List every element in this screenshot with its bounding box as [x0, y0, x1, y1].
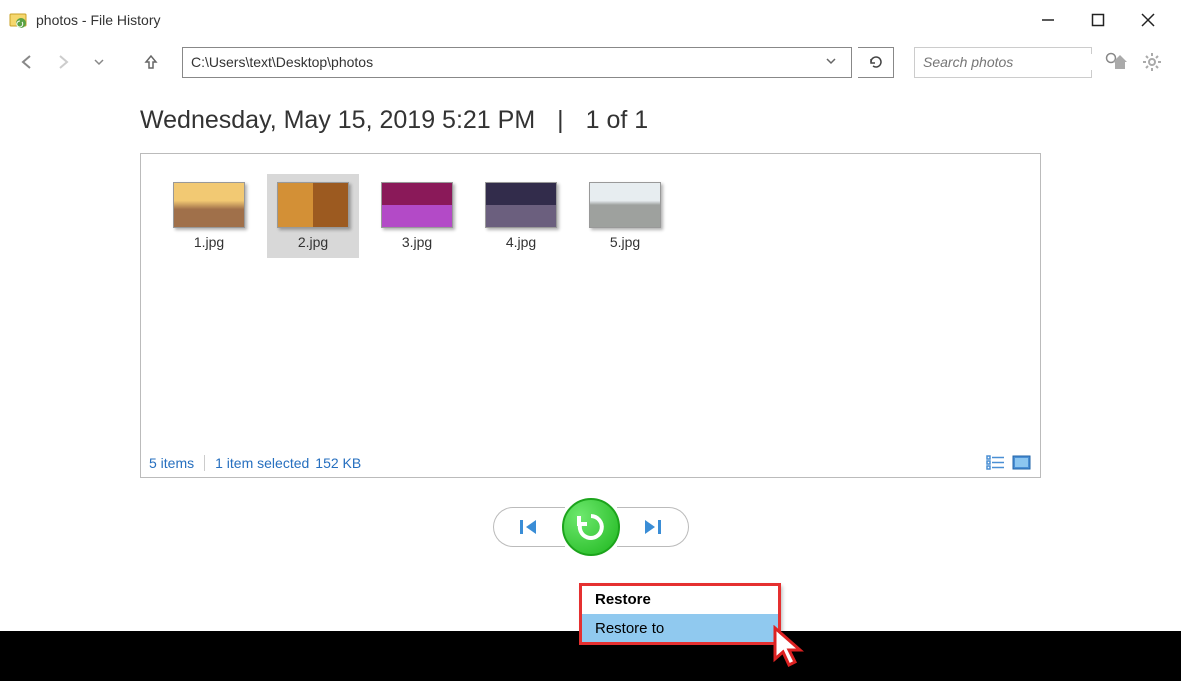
thumbnail-image [277, 182, 349, 228]
file-item-2[interactable]: 2.jpg [267, 174, 359, 258]
file-item-5[interactable]: 5.jpg [579, 174, 671, 258]
status-size: 152 KB [315, 455, 361, 471]
thumbnail-image [589, 182, 661, 228]
header-separator: | [557, 106, 564, 135]
status-selection: 1 item selected [215, 455, 309, 471]
file-name: 2.jpg [298, 234, 328, 250]
details-view-icon[interactable] [986, 455, 1006, 471]
file-name: 3.jpg [402, 234, 432, 250]
status-bar: 5 items 1 item selected 152 KB [149, 455, 1032, 471]
back-button[interactable] [12, 47, 42, 77]
context-menu: Restore Restore to [580, 584, 780, 644]
status-item-count: 5 items [149, 455, 194, 471]
home-icon[interactable] [1108, 50, 1132, 74]
address-bar[interactable]: C:\Users\text\Desktop\photos [182, 47, 852, 78]
thumbnail-list: 1.jpg 2.jpg 3.jpg 4.jpg 5.jpg [151, 164, 1030, 268]
thumbnail-image [381, 182, 453, 228]
file-item-4[interactable]: 4.jpg [475, 174, 567, 258]
status-separator [204, 455, 205, 471]
window-icon [8, 10, 28, 30]
file-area: 1.jpg 2.jpg 3.jpg 4.jpg 5.jpg 5 items 1 item… [140, 153, 1041, 478]
file-item-1[interactable]: 1.jpg [163, 174, 255, 258]
maximize-button[interactable] [1073, 2, 1123, 38]
up-button[interactable] [136, 47, 166, 77]
address-dropdown-icon[interactable] [819, 54, 843, 70]
file-name: 4.jpg [506, 234, 536, 250]
snapshot-date: Wednesday, May 15, 2019 5:21 PM [140, 106, 535, 135]
file-name: 5.jpg [610, 234, 640, 250]
history-dropdown-button[interactable] [84, 47, 114, 77]
bottom-controls [0, 498, 1181, 556]
refresh-button[interactable] [858, 47, 894, 78]
history-header: Wednesday, May 15, 2019 5:21 PM | 1 of 1 [0, 84, 1181, 153]
previous-version-button[interactable] [493, 507, 565, 547]
file-item-3[interactable]: 3.jpg [371, 174, 463, 258]
window-controls [1023, 2, 1173, 38]
restore-button[interactable] [562, 498, 620, 556]
path-text: C:\Users\text\Desktop\photos [191, 54, 819, 70]
menu-item-restore[interactable]: Restore [581, 585, 779, 614]
search-input[interactable] [923, 54, 1105, 70]
thumbnails-view-icon[interactable] [1012, 455, 1032, 471]
toolbar: C:\Users\text\Desktop\photos [0, 40, 1181, 84]
gear-icon[interactable] [1140, 50, 1164, 74]
search-box[interactable] [914, 47, 1092, 78]
minimize-button[interactable] [1023, 2, 1073, 38]
close-button[interactable] [1123, 2, 1173, 38]
thumbnail-image [485, 182, 557, 228]
window-title: photos - File History [36, 12, 1023, 28]
thumbnail-image [173, 182, 245, 228]
menu-item-restore-to[interactable]: Restore to [581, 614, 779, 643]
titlebar: photos - File History [0, 0, 1181, 40]
next-version-button[interactable] [617, 507, 689, 547]
forward-button[interactable] [48, 47, 78, 77]
snapshot-count: 1 of 1 [586, 106, 649, 135]
file-name: 1.jpg [194, 234, 224, 250]
